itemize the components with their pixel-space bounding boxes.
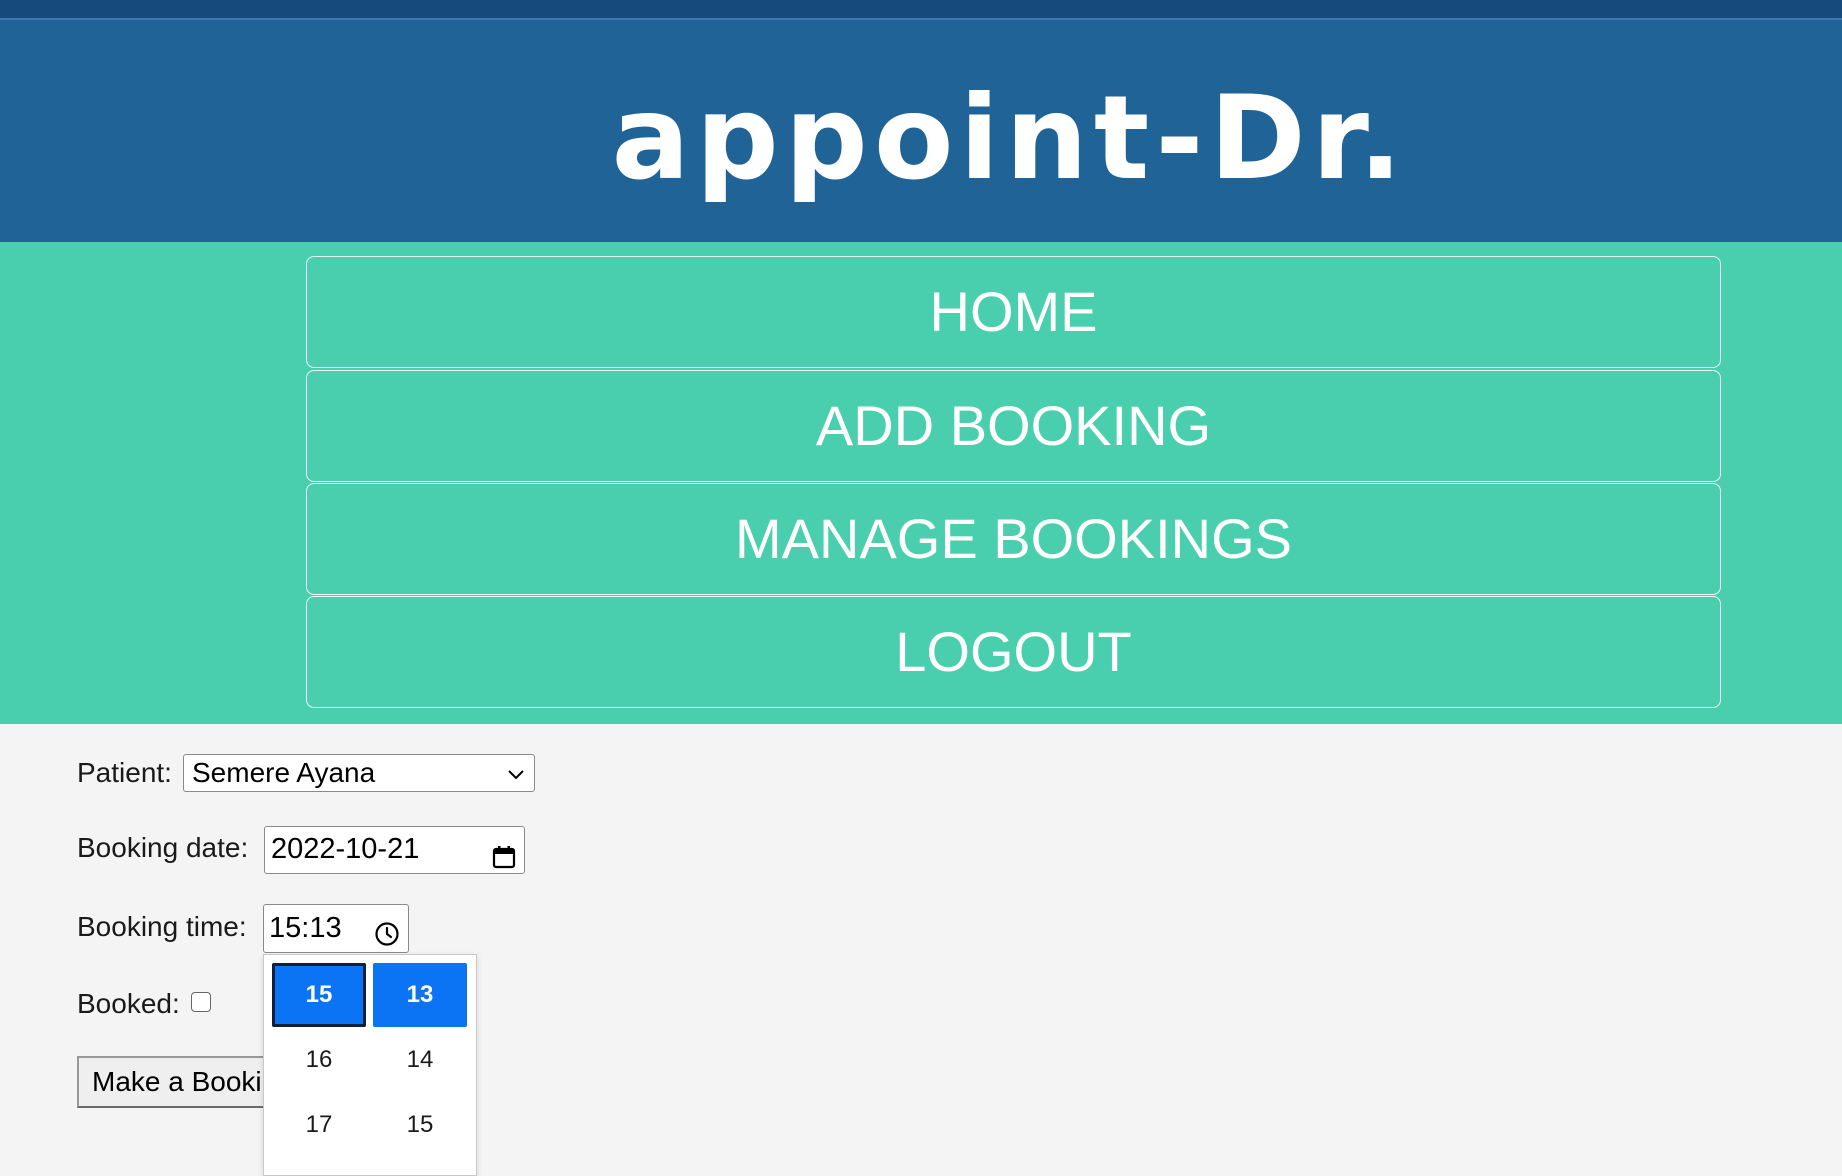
clock-icon[interactable] bbox=[374, 915, 400, 946]
nav-home-button[interactable]: HOME bbox=[306, 256, 1721, 368]
app-title: appoint-Dr. bbox=[611, 71, 1409, 206]
nav-add-booking-button[interactable]: ADD BOOKING bbox=[306, 370, 1721, 482]
booking-date-input[interactable]: 2022-10-21 bbox=[264, 826, 525, 874]
top-strip bbox=[0, 0, 1842, 20]
minute-option[interactable]: 15 bbox=[373, 1093, 467, 1157]
booking-date-label: Booking date: bbox=[77, 832, 249, 863]
booking-time-label: Booking time: bbox=[77, 911, 247, 942]
site-header: appoint-Dr. bbox=[0, 20, 1842, 242]
hour-option[interactable]: 17 bbox=[272, 1093, 366, 1157]
main-nav: HOME ADD BOOKING MANAGE BOOKINGS LOGOUT bbox=[0, 242, 1842, 724]
patient-label: Patient: bbox=[77, 757, 172, 788]
nav-manage-bookings-button[interactable]: MANAGE BOOKINGS bbox=[306, 483, 1721, 595]
time-picker-dropdown: 15 16 17 13 14 15 bbox=[263, 954, 477, 1176]
minute-option[interactable]: 14 bbox=[373, 1028, 467, 1092]
booking-time-input[interactable]: 15:13 bbox=[263, 904, 409, 953]
booked-checkbox[interactable] bbox=[191, 992, 211, 1012]
patient-select[interactable]: Semere Ayana bbox=[183, 754, 535, 792]
calendar-icon[interactable] bbox=[492, 838, 516, 869]
hour-option[interactable]: 16 bbox=[272, 1028, 366, 1092]
booking-time-value: 15:13 bbox=[269, 912, 342, 944]
minute-option-selected[interactable]: 13 bbox=[373, 963, 467, 1027]
booking-date-value: 2022-10-21 bbox=[271, 833, 420, 865]
booked-label: Booked: bbox=[77, 988, 180, 1019]
patient-select-value: Semere Ayana bbox=[192, 757, 376, 788]
chevron-down-icon bbox=[508, 755, 524, 791]
hour-option-selected[interactable]: 15 bbox=[272, 963, 366, 1027]
nav-logout-button[interactable]: LOGOUT bbox=[306, 596, 1721, 708]
